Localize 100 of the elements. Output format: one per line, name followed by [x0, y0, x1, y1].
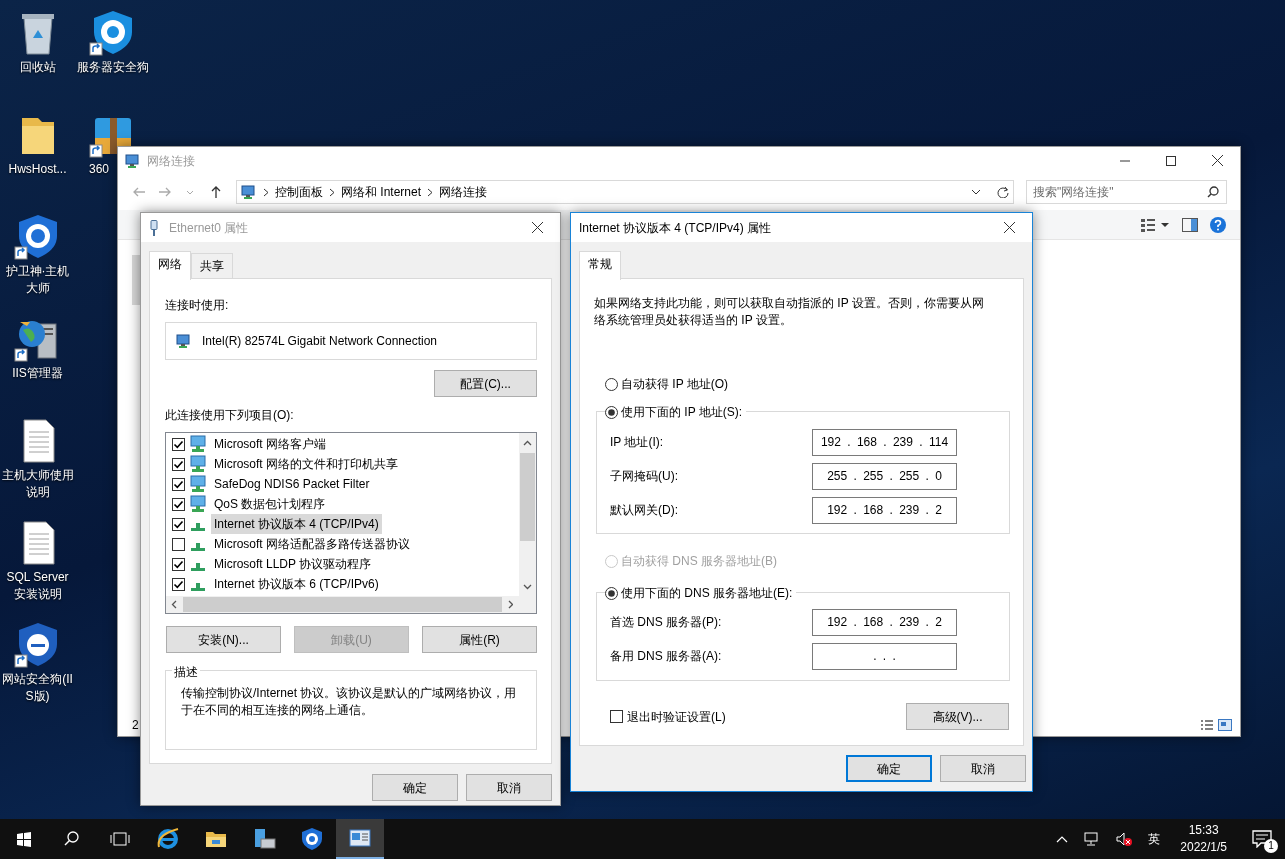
network-computer-icon	[189, 455, 207, 473]
dialog-title: Ethernet0 属性	[169, 219, 249, 237]
window-title: 网络连接	[147, 152, 195, 170]
preview-pane-icon[interactable]	[1182, 217, 1198, 232]
desktop-icon-label[interactable]: 护卫神·主机大师	[1, 263, 74, 297]
field-label: 默认网关(D):	[610, 502, 678, 519]
task-view-icon	[110, 831, 130, 847]
checkbox[interactable]	[172, 497, 185, 511]
checkbox[interactable]	[172, 537, 185, 551]
dialog-title: Internet 协议版本 4 (TCP/IPv4) 属性	[579, 219, 772, 237]
ip-address-field[interactable]: 192 . 168 . 239 . 2	[812, 496, 957, 524]
shield-icon	[300, 827, 324, 851]
ip-address-field[interactable]: 255 . 255 . 255 . 0	[812, 462, 957, 490]
field-label: 备用 DNS 服务器(A):	[610, 648, 722, 665]
dialog-button[interactable]: 确定	[372, 774, 458, 801]
view-options-icon[interactable]	[1140, 217, 1170, 232]
list-item[interactable]: Microsoft 网络客户端	[211, 434, 329, 454]
action-button[interactable]: 安装(N)...	[166, 626, 281, 653]
clock-time[interactable]: 15:33	[1188, 822, 1219, 839]
maximize-icon	[1166, 155, 1176, 166]
horizontal-scrollbar[interactable]	[166, 596, 536, 613]
network-adapter-icon	[176, 333, 192, 349]
tiles-view-icon[interactable]	[1218, 719, 1232, 731]
intro-text: 如果网络支持此功能，则可以获取自动指派的 IP 设置。否则，你需要从网络系统管理员处获得适当的 IP 设置。	[593, 295, 985, 329]
details-view-icon[interactable]	[1200, 719, 1214, 731]
notification-icon[interactable]	[1252, 830, 1272, 848]
ip-address-field[interactable]: 192 . 168 . 239 . 2	[812, 608, 957, 636]
help-icon[interactable]	[1210, 216, 1226, 233]
search-field[interactable]: 搜索"网络连接"	[1026, 180, 1227, 204]
desktop-icon-label[interactable]: 服务器安全狗	[76, 59, 149, 76]
server-icon	[252, 827, 276, 851]
tab[interactable]: 常规	[579, 251, 621, 280]
windows-logo-icon	[16, 831, 32, 847]
scrollbar-thumb[interactable]	[520, 453, 535, 541]
desktop-icon-label[interactable]: IIS管理器	[1, 365, 74, 382]
list-item[interactable]: Internet 协议版本 4 (TCP/IPv4)	[211, 514, 382, 534]
checkbox[interactable]	[172, 477, 185, 491]
network-computer-icon	[189, 435, 207, 453]
checkbox[interactable]	[172, 577, 185, 591]
ip-address-field[interactable]: . . .	[812, 642, 957, 670]
radio-button[interactable]	[605, 405, 618, 419]
desktop-icon-label[interactable]: SQL Server 安装说明	[1, 569, 74, 603]
desktop-icon-label[interactable]: 主机大师使用说明	[1, 467, 74, 501]
dialog-button[interactable]: 确定	[846, 755, 932, 782]
desktop-icon-label[interactable]: 360	[89, 161, 110, 178]
list-item[interactable]: SafeDog NDIS6 Packet Filter	[211, 474, 373, 494]
checkbox[interactable]	[172, 437, 185, 451]
desktop-icon-label[interactable]: HwsHost...	[1, 161, 74, 178]
radio-button[interactable]	[605, 377, 618, 391]
list-item[interactable]: Microsoft 网络适配器多路传送器协议	[211, 534, 413, 554]
list-item[interactable]: Internet 协议版本 6 (TCP/IPv6)	[211, 574, 382, 594]
refresh-icon[interactable]	[997, 186, 1009, 198]
chevron-up-icon[interactable]	[1056, 835, 1069, 843]
taskbar-button[interactable]	[336, 819, 384, 859]
adapter-name: Intel(R) 82574L Gigabit Network Connection	[202, 333, 437, 350]
input-method-indicator[interactable]: 英	[1148, 830, 1161, 848]
breadcrumb-item[interactable]: 控制面板	[275, 183, 323, 201]
vertical-scrollbar[interactable]	[519, 433, 536, 596]
ip-address-field[interactable]: 192 . 168 . 239 . 114	[812, 428, 957, 456]
list-item[interactable]: Microsoft 网络的文件和打印机共享	[211, 454, 401, 474]
address-bar[interactable]: 控制面板 网络和 Internet 网络连接	[236, 180, 1014, 204]
network-computer-icon	[189, 475, 207, 493]
scrollbar-thumb[interactable]	[183, 597, 502, 612]
scroll-up-icon	[523, 440, 532, 446]
field-label: 连接时使用:	[165, 297, 230, 314]
clock-date[interactable]: 2022/1/5	[1180, 839, 1227, 856]
desktop-icon-label[interactable]: 回收站	[1, 59, 74, 76]
checkbox[interactable]	[172, 557, 185, 571]
network-settings-icon	[348, 826, 372, 850]
breadcrumb-item[interactable]: 网络和 Internet	[341, 183, 422, 201]
list-item[interactable]: Microsoft LLDP 协议驱动程序	[211, 554, 375, 574]
volume-muted-icon[interactable]	[1116, 831, 1133, 847]
group-label: 描述	[172, 663, 200, 681]
field-label: 首选 DNS 服务器(P):	[610, 614, 722, 631]
configure-button[interactable]: 配置(C)...	[434, 370, 537, 397]
list-item[interactable]: QoS 数据包计划程序	[211, 494, 329, 514]
radio-button[interactable]	[605, 586, 618, 600]
browser-icon	[156, 827, 180, 851]
breadcrumb-item[interactable]: 网络连接	[439, 183, 488, 201]
advanced-button[interactable]: 高级(V)...	[906, 703, 1009, 730]
forward-icon	[158, 186, 172, 198]
chevron-right-icon	[427, 187, 434, 197]
action-button[interactable]: 属性(R)	[422, 626, 537, 653]
chevron-down-icon[interactable]	[971, 189, 981, 195]
network-icon[interactable]	[1084, 831, 1101, 847]
dialog-button[interactable]: 取消	[466, 774, 552, 801]
checkbox[interactable]	[610, 710, 623, 723]
field-label: IP 地址(I):	[610, 434, 664, 451]
checkbox[interactable]	[172, 457, 185, 471]
desktop-icon-label[interactable]: 网站安全狗(IIS版)	[1, 671, 74, 705]
checkbox-label[interactable]: 退出时验证设置(L)	[627, 707, 726, 726]
tab[interactable]: 网络	[149, 251, 191, 280]
radio-label[interactable]: 自动获得 IP 地址(O)	[621, 375, 729, 393]
tab[interactable]: 共享	[191, 253, 233, 279]
network-adapter-icon	[149, 219, 159, 236]
checkbox[interactable]	[172, 517, 185, 531]
notification-count: 1	[1264, 839, 1278, 853]
selected-item-highlight	[132, 255, 140, 305]
dialog-button[interactable]: 取消	[940, 755, 1026, 782]
search-icon	[64, 831, 80, 847]
